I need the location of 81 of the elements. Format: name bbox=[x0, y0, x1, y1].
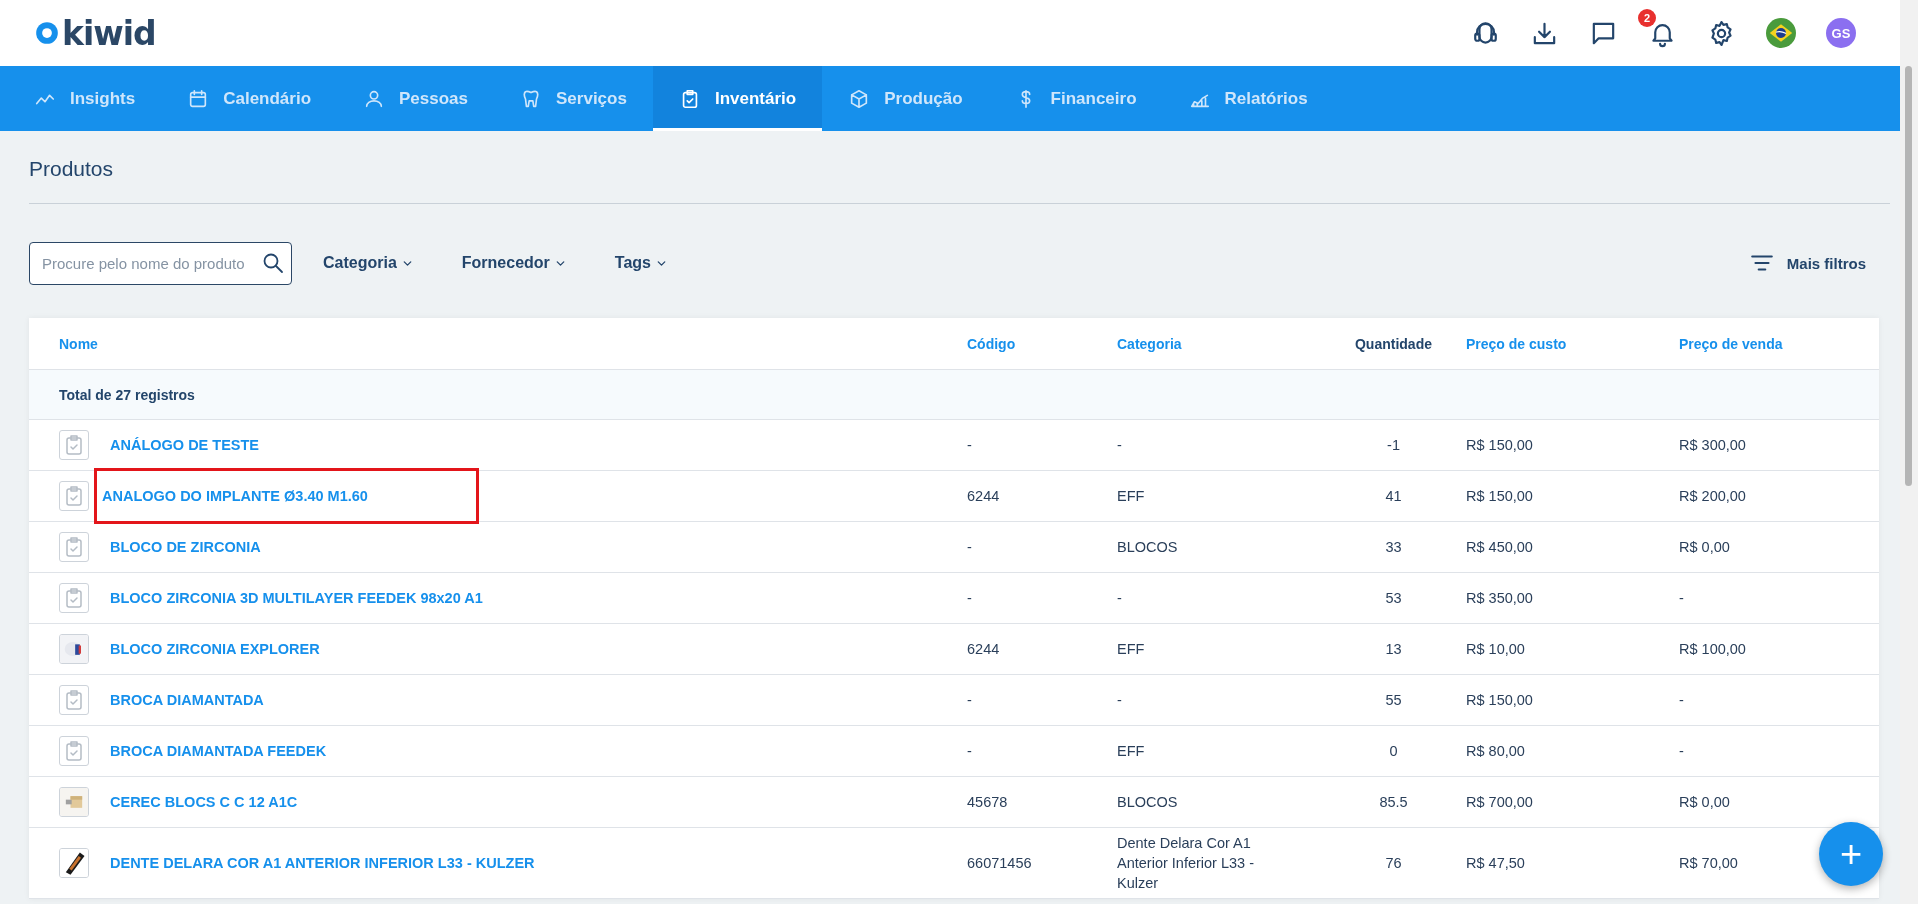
table-cell: R$ 150,00 bbox=[1466, 437, 1533, 453]
flag-icon[interactable] bbox=[1766, 18, 1796, 48]
scrollbar-thumb[interactable] bbox=[1905, 66, 1912, 486]
table-cell-text: Dente Delara Cor A1 Anterior Inferior L33 - Kulzer bbox=[1117, 834, 1255, 893]
table-cell: R$ 70,00 bbox=[1679, 855, 1738, 871]
table-cell: R$ 0,00 bbox=[1679, 539, 1730, 555]
product-link[interactable]: ANALOGO DO IMPLANTE Ø3.40 M1.60 bbox=[102, 488, 368, 504]
table-cell-text: - bbox=[1117, 589, 1123, 608]
filter-dropdown[interactable]: Fornecedor bbox=[461, 254, 567, 272]
table-cell: 76 bbox=[1385, 855, 1402, 871]
table-cell: 85.5 bbox=[1379, 794, 1408, 810]
table-cell-text: - bbox=[1117, 436, 1123, 455]
table-cell-text: EFF bbox=[1117, 742, 1146, 761]
table-cell: R$ 300,00 bbox=[1679, 437, 1746, 453]
table-cell: 6244 bbox=[967, 488, 1000, 504]
nav-tab[interactable]: Inventário bbox=[652, 66, 823, 131]
table-cell: - bbox=[967, 437, 972, 453]
notification-count: 2 bbox=[1638, 8, 1656, 27]
table-cell: - bbox=[1679, 743, 1684, 759]
table-cell: 6244 bbox=[967, 641, 1000, 657]
product-link[interactable]: BLOCO ZIRCONIA 3D MULTILAYER FEEDEK 98x20 A1 bbox=[110, 590, 483, 606]
table-cell: R$ 150,00 bbox=[1466, 488, 1533, 504]
table-cell: - bbox=[967, 539, 972, 555]
nav-tab[interactable]: Calendário bbox=[161, 66, 338, 131]
column-header[interactable]: Categoria bbox=[1117, 335, 1337, 352]
table-cell: R$ 200,00 bbox=[1679, 488, 1746, 504]
table-cell: -1 bbox=[1387, 437, 1400, 453]
table-cell-text: EFF bbox=[1117, 487, 1146, 506]
table-cell: 13 bbox=[1385, 641, 1402, 657]
record-count: Total de 27 registros bbox=[59, 386, 195, 403]
page-title: Produtos bbox=[29, 156, 115, 182]
column-header[interactable]: Preço de venda bbox=[1679, 335, 1879, 352]
table-cell: R$ 100,00 bbox=[1679, 641, 1746, 657]
table-cell: 41 bbox=[1385, 488, 1402, 504]
product-link[interactable]: BLOCO ZIRCONIA EXPLORER bbox=[110, 641, 320, 657]
table-cell: 66071456 bbox=[967, 855, 1032, 871]
table-cell: - bbox=[967, 743, 972, 759]
filter-dropdown[interactable]: Categoria bbox=[323, 254, 414, 272]
table-cell: R$ 10,00 bbox=[1466, 641, 1525, 657]
table-cell: - bbox=[1679, 590, 1684, 606]
column-header: Quantidade bbox=[1354, 335, 1433, 352]
filter-dropdown[interactable]: Tags bbox=[614, 254, 668, 272]
table-cell-text: - bbox=[1117, 691, 1123, 710]
search-field[interactable]: Procure pelo nome do produto bbox=[29, 241, 292, 285]
nav-tab[interactable]: Pessoas bbox=[337, 66, 495, 131]
avatar[interactable]: GS bbox=[1826, 18, 1856, 48]
table-cell: R$ 150,00 bbox=[1466, 692, 1533, 708]
table-cell: R$ 0,00 bbox=[1679, 794, 1730, 810]
table-cell: 33 bbox=[1385, 539, 1402, 555]
table-cell: R$ 47,50 bbox=[1466, 855, 1525, 871]
table-cell-text: EFF bbox=[1117, 640, 1146, 659]
product-link[interactable]: DENTE DELARA COR A1 ANTERIOR INFERIOR L33 - KULZER bbox=[110, 855, 535, 871]
table-cell: - bbox=[967, 590, 972, 606]
product-link[interactable]: BROCA DIAMANTADA FEEDEK bbox=[110, 743, 327, 759]
nav-tab[interactable]: Financeiro bbox=[988, 66, 1163, 131]
nav-tab[interactable]: Insights bbox=[8, 66, 162, 131]
table-cell: R$ 350,00 bbox=[1466, 590, 1533, 606]
nav-tab[interactable]: Serviços bbox=[494, 66, 653, 131]
table-cell: 0 bbox=[1389, 743, 1398, 759]
column-header[interactable]: Código bbox=[967, 335, 1117, 352]
table-cell: R$ 450,00 bbox=[1466, 539, 1533, 555]
product-link[interactable]: CEREC BLOCS C C 12 A1C bbox=[110, 794, 298, 810]
product-link[interactable]: BLOCO DE ZIRCONIA bbox=[110, 539, 261, 555]
table-cell: 55 bbox=[1385, 692, 1402, 708]
logo[interactable]: kiwid bbox=[62, 16, 156, 50]
nav-tab[interactable]: Produção bbox=[822, 66, 989, 131]
table-cell: R$ 700,00 bbox=[1466, 794, 1533, 810]
product-link[interactable]: ANÁLOGO DE TESTE bbox=[110, 437, 260, 453]
table-cell: 45678 bbox=[967, 794, 1008, 810]
nav-tab[interactable]: Relatórios bbox=[1162, 66, 1334, 131]
product-link[interactable]: BROCA DIAMANTADA bbox=[110, 692, 264, 708]
table-cell: R$ 80,00 bbox=[1466, 743, 1525, 759]
table-cell: - bbox=[1679, 692, 1684, 708]
table-cell-text: BLOCOS bbox=[1117, 538, 1179, 557]
table-cell: 53 bbox=[1385, 590, 1402, 606]
table-cell-text: BLOCOS bbox=[1117, 793, 1179, 812]
logo-icon bbox=[34, 20, 60, 46]
column-header[interactable]: Nome bbox=[29, 335, 967, 352]
column-header[interactable]: Preço de custo bbox=[1466, 335, 1679, 352]
table-cell: - bbox=[967, 692, 972, 708]
more-filters-button[interactable]: Mais filtros bbox=[1748, 250, 1866, 276]
